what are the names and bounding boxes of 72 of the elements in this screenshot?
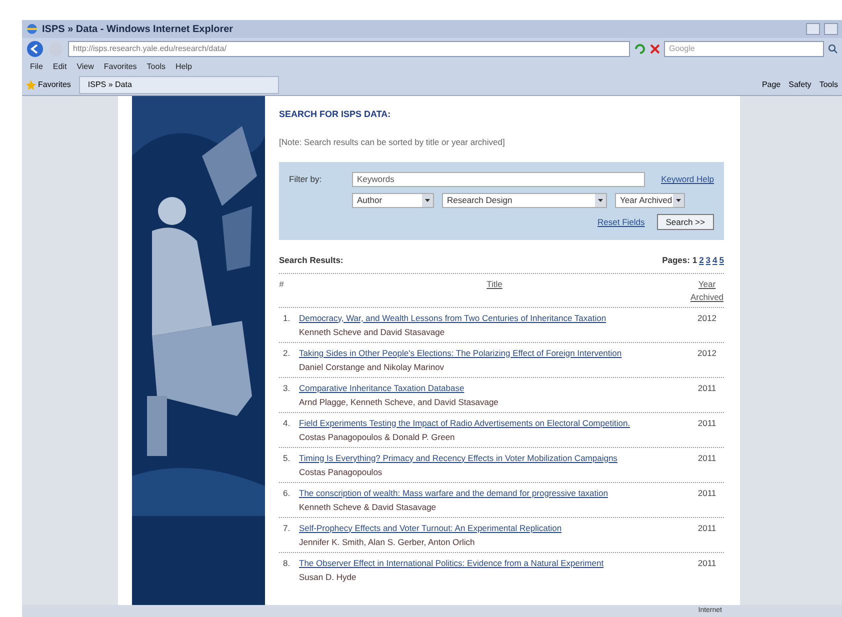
star-icon[interactable] [26, 80, 36, 90]
result-title-link[interactable]: The Observer Effect in International Politics: Evidence from a Natural Experiment [299, 556, 690, 570]
row-number: 8. [282, 556, 292, 570]
results-heading: Search Results: [279, 254, 344, 267]
result-year: 2011 [696, 452, 718, 464]
favorites-button[interactable]: Favorites [38, 78, 71, 90]
row-number: 2. [282, 346, 292, 360]
dropdown[interactable]: Year Archived [615, 193, 685, 208]
year-column-header[interactable]: Year Archived [690, 278, 724, 304]
row-number: 7. [282, 522, 292, 534]
keyword-help-link[interactable]: Keyword Help [661, 173, 714, 186]
stop-icon[interactable] [650, 44, 660, 54]
menu-item[interactable]: Edit [52, 61, 67, 73]
browser-logo-icon [26, 23, 38, 35]
note-text: [Note: Search results can be sorted by title or year archived] [279, 136, 506, 148]
command-button[interactable]: Page [762, 78, 781, 90]
page-heading: SEARCH FOR ISPS DATA: [279, 108, 392, 121]
row-number: 4. [282, 416, 292, 430]
maximize-button[interactable] [824, 23, 838, 35]
result-title-link[interactable]: Taking Sides in Other People's Elections: The Polarizing Effect of Foreign Intervention [299, 346, 690, 360]
filter-label: Filter by: [289, 173, 323, 186]
reset-fields-link[interactable]: Reset Fields [598, 216, 645, 229]
column-header: # [279, 278, 285, 291]
result-title-link[interactable]: Democracy, War, and Wealth Lessons from Two Centuries of Inheritance Taxation [299, 312, 690, 324]
row-number: 5. [282, 452, 292, 464]
window-title: ISPS » Data - Windows Internet Explorer [42, 22, 234, 36]
title-column-header[interactable]: Title [299, 278, 690, 291]
result-title-link[interactable]: Comparative Inheritance Taxation Database [299, 382, 690, 394]
result-title-link[interactable]: Field Experiments Testing the Impact of Radio Advertisements on Electoral Competition. [299, 416, 690, 430]
page-link[interactable]: 3 [706, 254, 711, 267]
refresh-icon[interactable] [634, 43, 646, 55]
result-authors: Daniel Corstange and Nikolay Marinov [299, 361, 446, 374]
result-authors: Jennifer K. Smith, Alan S. Gerber, Anton Orlich [299, 536, 476, 549]
result-authors: Susan D. Hyde [299, 571, 358, 584]
menu-item[interactable]: View [76, 61, 94, 73]
page-link[interactable]: 2 [699, 254, 704, 267]
pages-label: Pages: 1 [662, 254, 698, 267]
dropdown[interactable]: Author [352, 193, 434, 208]
page-link[interactable]: 4 [712, 254, 718, 267]
menu-item[interactable]: File [30, 61, 43, 73]
result-authors: Costas Panagopoulos [299, 466, 384, 479]
command-button[interactable]: Safety [788, 78, 812, 90]
menu-item[interactable]: Tools [146, 61, 166, 73]
menu-item[interactable]: Favorites [104, 61, 137, 73]
keyword-field[interactable]: Keywords [352, 172, 646, 188]
result-authors: Costas Panagopoulos & Donald P. Green [299, 431, 456, 444]
result-year: 2011 [696, 556, 718, 570]
result-year: 2011 [696, 382, 718, 394]
result-year: 2012 [696, 346, 718, 360]
result-year: 2012 [696, 312, 718, 324]
row-number: 3. [282, 382, 292, 394]
back-icon[interactable] [26, 40, 44, 58]
result-title-link[interactable]: The conscription of wealth: Mass warfare and the demand for progressive taxation [299, 486, 690, 500]
browser-tab[interactable]: ISPS » Data [78, 76, 279, 94]
row-number: 1. [282, 312, 292, 324]
result-authors: Kenneth Scheve and David Stasavage [299, 326, 446, 339]
result-authors: Arnd Plagge, Kenneth Scheve, and David Stasavage [299, 396, 500, 409]
result-authors: Kenneth Scheve & David Stasavage [299, 501, 438, 514]
result-year: 2011 [696, 486, 718, 500]
address-field[interactable]: http://isps.research.yale.edu/research/data/ [68, 41, 630, 57]
search-icon[interactable] [828, 44, 838, 54]
command-button[interactable]: Tools [819, 78, 838, 90]
search-button[interactable]: Search >> [656, 214, 714, 230]
dropdown[interactable]: Research Design [442, 193, 607, 208]
result-year: 2011 [696, 416, 718, 430]
row-number: 6. [282, 486, 292, 500]
result-title-link[interactable]: Self-Prophecy Effects and Voter Turnout: An Experimental Replication [299, 522, 690, 534]
menu-item[interactable]: Help [175, 61, 192, 73]
result-title-link[interactable]: Timing Is Everything? Primacy and Recency Effects in Voter Mobilization Campaigns [299, 452, 690, 464]
result-year: 2011 [696, 522, 718, 534]
minimize-button[interactable] [806, 23, 820, 35]
page-link[interactable]: 5 [719, 254, 724, 267]
